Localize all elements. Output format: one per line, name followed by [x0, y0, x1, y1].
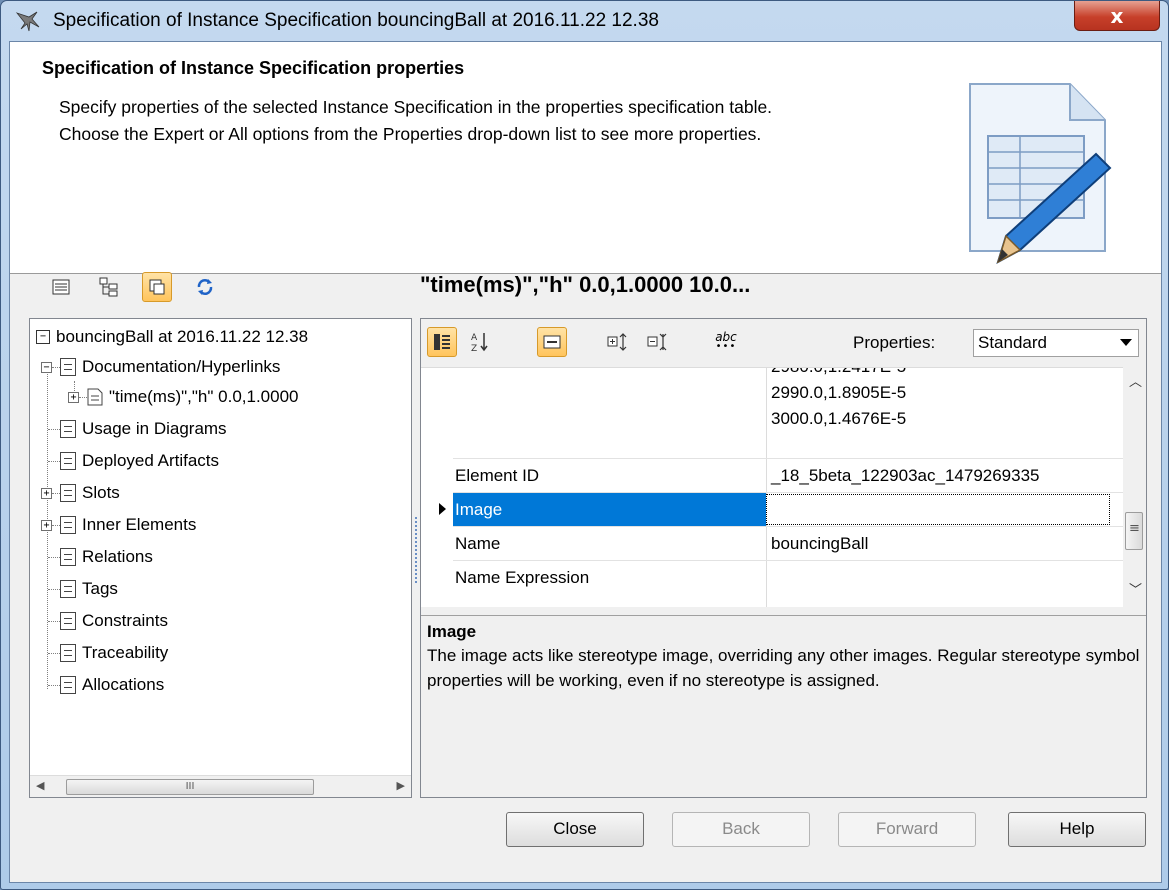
- expand-icon[interactable]: +: [41, 519, 52, 531]
- panel-splitter[interactable]: [415, 517, 419, 583]
- forward-button[interactable]: Forward: [838, 812, 976, 847]
- tree-horizontal-scrollbar[interactable]: ◀ III ▶: [30, 775, 411, 797]
- header-description: Specify properties of the selected Insta…: [59, 97, 773, 144]
- scroll-left-icon[interactable]: ◀: [36, 779, 44, 792]
- scroll-down-icon[interactable]: ﹀: [1129, 579, 1142, 598]
- tree-view-button[interactable]: [94, 272, 124, 302]
- list-view-button[interactable]: [46, 272, 76, 302]
- expand-all-icon: [607, 333, 627, 351]
- svg-text:A: A: [471, 333, 478, 343]
- document-icon: [60, 548, 76, 566]
- document-icon: [60, 644, 76, 662]
- chevron-down-icon[interactable]: [1120, 339, 1132, 346]
- collapse-all-icon: [647, 333, 667, 351]
- properties-label: Properties:: [853, 333, 936, 352]
- tree-item-tags[interactable]: Tags: [48, 574, 118, 604]
- description-toggle-button[interactable]: [537, 327, 567, 357]
- description-title: Image: [427, 622, 477, 641]
- tree-root[interactable]: − bouncingBall at 2016.11.22 12.38: [36, 322, 308, 352]
- header-band: Specification of Instance Specification …: [10, 42, 1161, 274]
- properties-toolbar: A Z abc ••• Properties: Standard: [421, 319, 1146, 367]
- dialog-client: Specification of Instance Specification …: [9, 41, 1162, 883]
- categorized-view-button[interactable]: [427, 327, 457, 357]
- tree-item-traceability[interactable]: Traceability: [48, 638, 168, 668]
- image-value-editor[interactable]: [766, 494, 1110, 525]
- svg-text:Z: Z: [471, 344, 477, 353]
- tree-item-allocations[interactable]: Allocations: [48, 670, 164, 700]
- document-icon: [60, 484, 76, 502]
- tree-item-usage-in-diagrams[interactable]: Usage in Diagrams: [48, 414, 227, 444]
- document-icon: [60, 516, 76, 534]
- value-lines: 2980.0,1.2417E-5 2990.0,1.8905E-5 3000.0…: [771, 368, 907, 428]
- collapse-icon[interactable]: −: [41, 361, 52, 373]
- expand-all-button[interactable]: [603, 327, 633, 357]
- list-view-icon: [52, 279, 70, 295]
- properties-mode-select[interactable]: Standard: [973, 329, 1139, 357]
- scroll-thumb[interactable]: [1125, 512, 1143, 550]
- tree-item-relations[interactable]: Relations: [48, 542, 153, 572]
- title-bar[interactable]: Specification of Instance Specification …: [1, 1, 1168, 41]
- document-icon: [60, 612, 76, 630]
- sort-alphabetical-button[interactable]: A Z: [465, 327, 495, 357]
- description-text: The image acts like stereotype image, ov…: [427, 646, 1140, 690]
- header-title: Specification of Instance Specification …: [42, 58, 465, 78]
- compact-view-button[interactable]: [142, 272, 172, 302]
- row-pointer-icon: [439, 503, 446, 515]
- collapse-all-button[interactable]: [643, 327, 673, 357]
- refresh-icon: [197, 279, 213, 295]
- tree-item-deployed-artifacts[interactable]: Deployed Artifacts: [48, 446, 219, 476]
- help-button[interactable]: Help: [1008, 812, 1146, 847]
- window-title: Specification of Instance Specification …: [53, 10, 659, 31]
- selected-node-title: "time(ms)","h" 0.0,1.0000 10.0...: [420, 272, 751, 297]
- tree-item-constraints[interactable]: Constraints: [48, 606, 168, 636]
- dialog-window: Specification of Instance Specification …: [0, 0, 1169, 890]
- document-icon: [60, 452, 76, 470]
- description-icon: [543, 335, 561, 349]
- property-row-name-expression[interactable]: Name Expression: [453, 560, 1123, 594]
- document-icon: [60, 420, 76, 438]
- spellcheck-button[interactable]: abc •••: [711, 327, 741, 357]
- specification-sheet-icon: [969, 83, 1112, 265]
- app-icon: [15, 11, 40, 32]
- scroll-up-icon[interactable]: ︿: [1129, 371, 1142, 390]
- expand-icon[interactable]: +: [41, 487, 52, 499]
- scroll-right-icon[interactable]: ▶: [397, 779, 405, 792]
- tree-item-documentation-hyperlinks[interactable]: − Documentation/Hyperlinks: [41, 352, 280, 382]
- expand-icon[interactable]: +: [68, 391, 79, 403]
- property-row-name[interactable]: Name bouncingBall: [453, 526, 1123, 560]
- window-close-button[interactable]: x: [1074, 1, 1160, 31]
- tree-item-slots[interactable]: + Slots: [41, 478, 120, 508]
- property-row-element-id[interactable]: Element ID _18_5beta_122903ac_1479269335: [453, 458, 1123, 492]
- properties-vertical-scrollbar[interactable]: ︿ ﹀: [1123, 367, 1146, 607]
- collapse-icon[interactable]: −: [36, 330, 50, 344]
- document-icon: [60, 358, 76, 376]
- sort-az-icon: A Z: [471, 333, 488, 353]
- comment-icon: [87, 388, 103, 406]
- refresh-button[interactable]: [190, 272, 220, 302]
- tree-toolbar: [46, 270, 238, 304]
- document-icon: [60, 676, 76, 694]
- tree-item-inner-elements[interactable]: + Inner Elements: [41, 510, 196, 540]
- specification-tree[interactable]: − bouncingBall at 2016.11.22 12.38 − Doc…: [29, 318, 412, 798]
- back-button[interactable]: Back: [672, 812, 810, 847]
- properties-panel: A Z abc ••• Properties: Standard 2990.0,…: [420, 318, 1147, 798]
- categorized-icon: [434, 334, 450, 350]
- properties-grid[interactable]: 2980.0,1.2417E-5 2990.0,1.8905E-5 3000.0…: [421, 367, 1123, 607]
- property-description: Image The image acts like stereotype ima…: [421, 615, 1146, 797]
- scroll-thumb[interactable]: III: [66, 779, 314, 795]
- compact-view-icon: [149, 279, 165, 295]
- close-icon: x: [1110, 3, 1124, 28]
- document-icon: [60, 580, 76, 598]
- property-row-image[interactable]: Image: [453, 492, 1123, 526]
- tree-view-icon: [99, 277, 118, 297]
- tree-item-time-ms-comment[interactable]: + "time(ms)","h" 0.0,1.0000: [68, 382, 299, 412]
- close-button[interactable]: Close: [506, 812, 644, 847]
